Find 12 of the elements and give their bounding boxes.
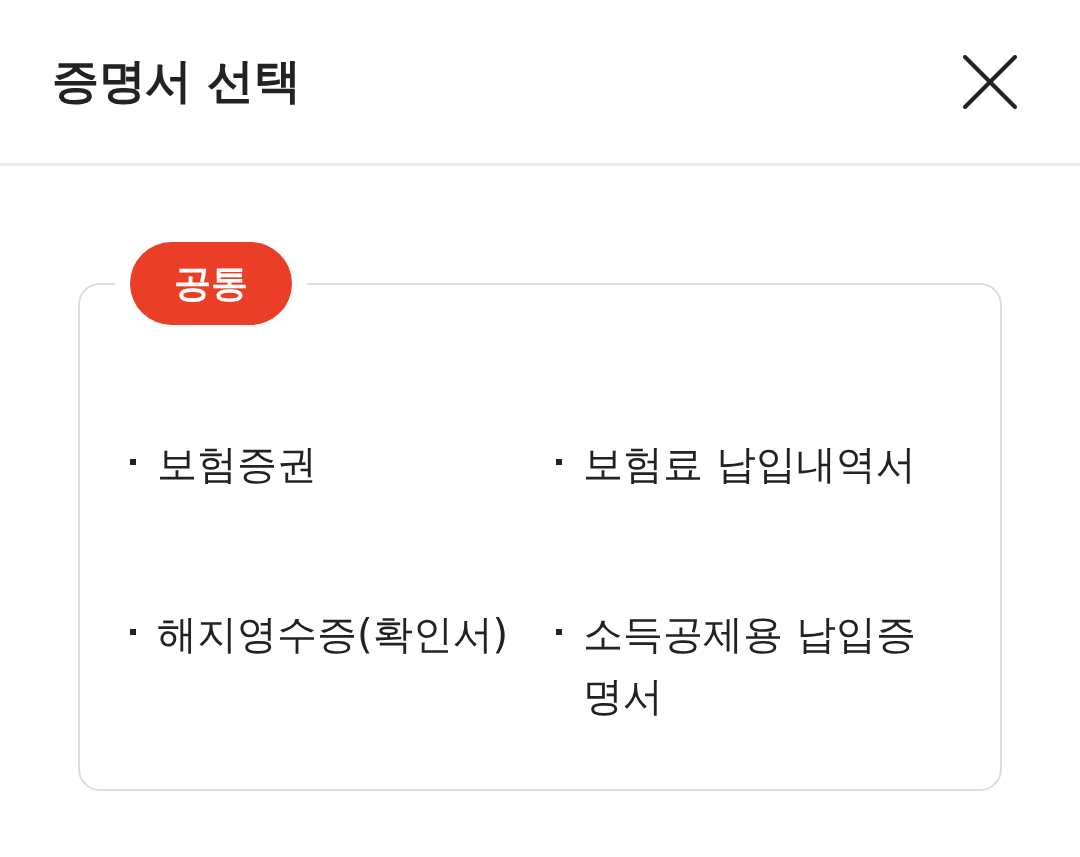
bullet-icon	[130, 629, 136, 635]
certificate-link[interactable]: 해지영수증(확인서)	[157, 603, 509, 665]
certificate-link[interactable]: 보험료 납입내역서	[583, 433, 916, 495]
dialog-title: 증명서 선택	[52, 53, 301, 110]
category-badge: 공통	[130, 242, 292, 325]
bullet-icon	[130, 459, 136, 465]
bullet-icon	[556, 459, 562, 465]
certificate-link[interactable]: 보험증권	[157, 433, 317, 495]
bullet-icon	[556, 629, 562, 635]
certificate-link[interactable]: 소득공제용 납입증명서	[583, 603, 935, 727]
close-button[interactable]	[963, 54, 1017, 109]
close-icon	[963, 54, 1017, 109]
